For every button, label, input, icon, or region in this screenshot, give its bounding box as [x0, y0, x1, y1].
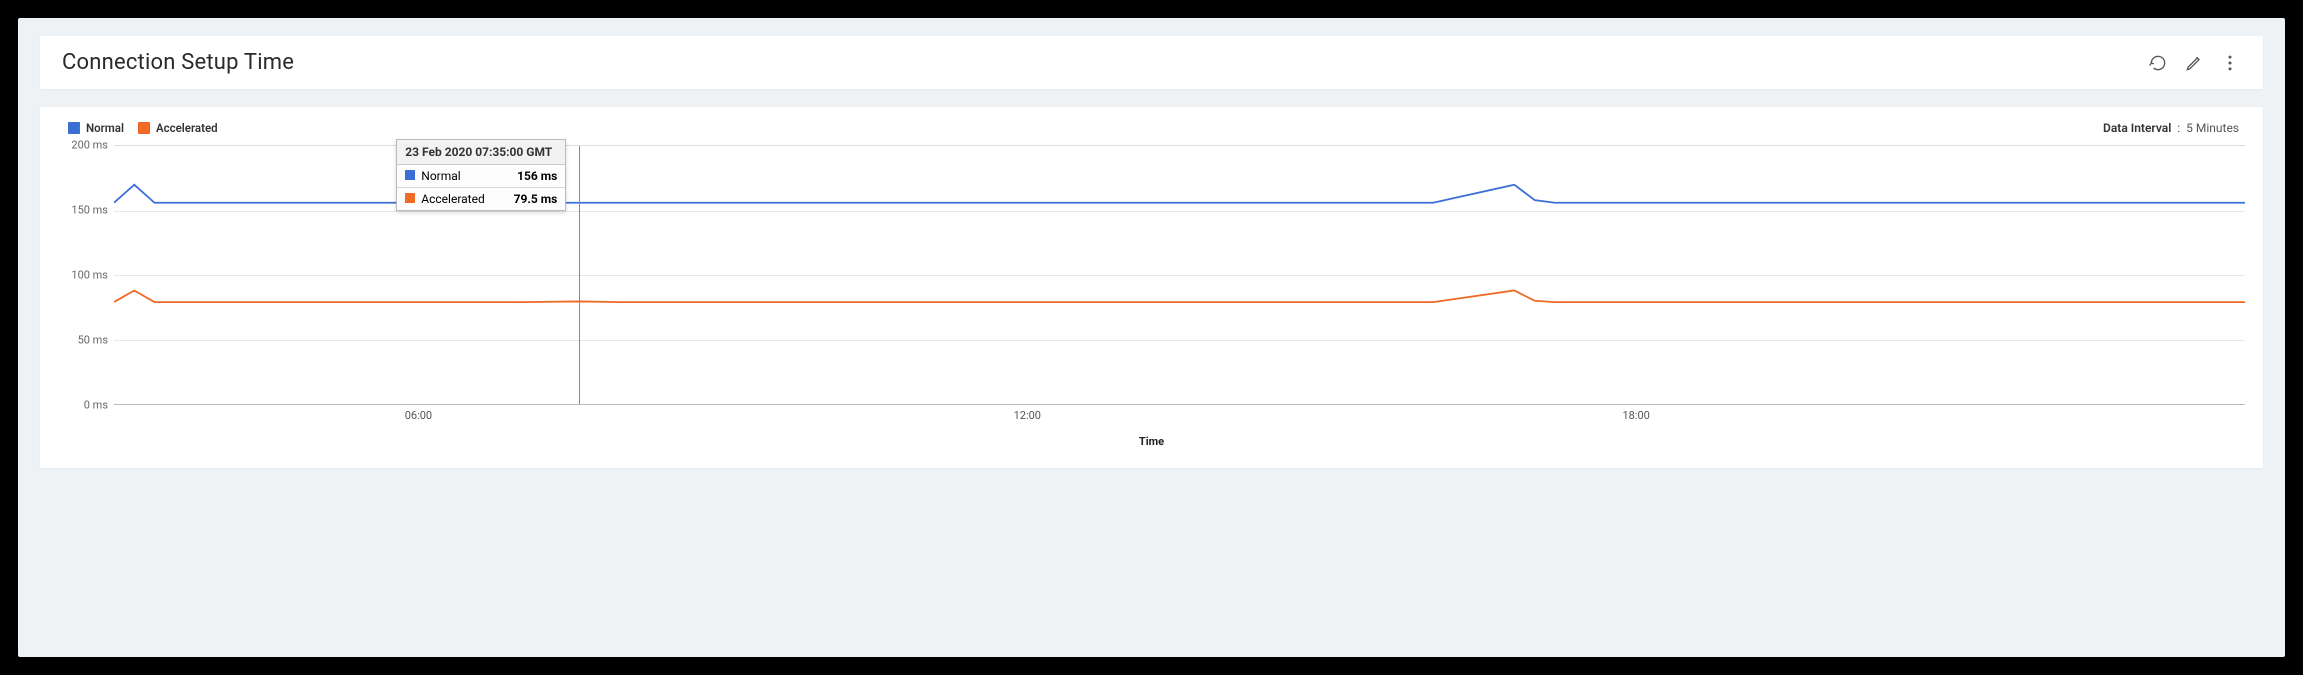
- y-tick-label: 100 ms: [71, 269, 108, 282]
- page-title: Connection Setup Time: [62, 50, 294, 75]
- more-button[interactable]: [2219, 52, 2241, 74]
- legend-label: Accelerated: [156, 121, 218, 135]
- series-line-accelerated: [114, 290, 2245, 302]
- legend-swatch-normal: [68, 122, 80, 134]
- y-tick-label: 0 ms: [84, 399, 108, 412]
- tooltip-row: Accelerated 79.5 ms: [397, 188, 565, 211]
- legend-item-accelerated[interactable]: Accelerated: [138, 121, 218, 135]
- y-tick-label: 200 ms: [71, 139, 108, 152]
- y-tick-label: 50 ms: [78, 334, 108, 347]
- plot-area-wrapper: 0 ms50 ms100 ms150 ms200 ms 23 Feb 2020 …: [58, 145, 2245, 405]
- x-tick-label: 18:00: [1622, 409, 1649, 422]
- chart-tooltip: 23 Feb 2020 07:35:00 GMT Normal 156 ms A…: [396, 139, 566, 211]
- chart-card: Normal Accelerated Data Interval : 5 Min…: [40, 107, 2263, 468]
- legend-label: Normal: [86, 121, 124, 135]
- x-axis: 06:00 12:00 18:00: [114, 405, 2245, 433]
- tooltip-swatch-accelerated: [405, 193, 415, 203]
- legend-swatch-accelerated: [138, 122, 150, 134]
- pencil-icon: [2184, 53, 2204, 73]
- page-background: Connection Setup Time Normal Acce: [18, 18, 2285, 657]
- grid-line: [114, 275, 2245, 276]
- chart-legend: Normal Accelerated: [68, 121, 218, 135]
- x-tick-label: 12:00: [1014, 409, 1041, 422]
- tooltip-value: 79.5 ms: [501, 188, 566, 211]
- refresh-icon: [2148, 53, 2168, 73]
- y-axis: 0 ms50 ms100 ms150 ms200 ms: [58, 145, 114, 405]
- grid-line: [114, 340, 2245, 341]
- tooltip-row: Normal 156 ms: [397, 165, 565, 188]
- more-vertical-icon: [2220, 53, 2240, 73]
- tooltip-swatch-normal: [405, 170, 415, 180]
- data-interval: Data Interval : 5 Minutes: [2103, 121, 2239, 135]
- hover-cursor-line: [579, 146, 580, 404]
- title-card: Connection Setup Time: [40, 36, 2263, 89]
- y-tick-label: 150 ms: [71, 204, 108, 217]
- chart-toolbar: [2147, 52, 2241, 74]
- data-interval-label: Data Interval: [2103, 121, 2171, 135]
- data-interval-value: 5 Minutes: [2186, 121, 2239, 135]
- x-tick-label: 06:00: [405, 409, 432, 422]
- tooltip-table: Normal 156 ms Accelerated 79.5 ms: [397, 165, 565, 210]
- tooltip-series-name: Normal: [421, 169, 460, 183]
- tooltip-value: 156 ms: [501, 165, 566, 188]
- refresh-button[interactable]: [2147, 52, 2169, 74]
- chart-top-row: Normal Accelerated Data Interval : 5 Min…: [58, 117, 2245, 141]
- legend-item-normal[interactable]: Normal: [68, 121, 124, 135]
- tooltip-timestamp: 23 Feb 2020 07:35:00 GMT: [397, 140, 565, 165]
- tooltip-series-name: Accelerated: [421, 192, 484, 206]
- edit-button[interactable]: [2183, 52, 2205, 74]
- x-axis-label: Time: [58, 435, 2245, 448]
